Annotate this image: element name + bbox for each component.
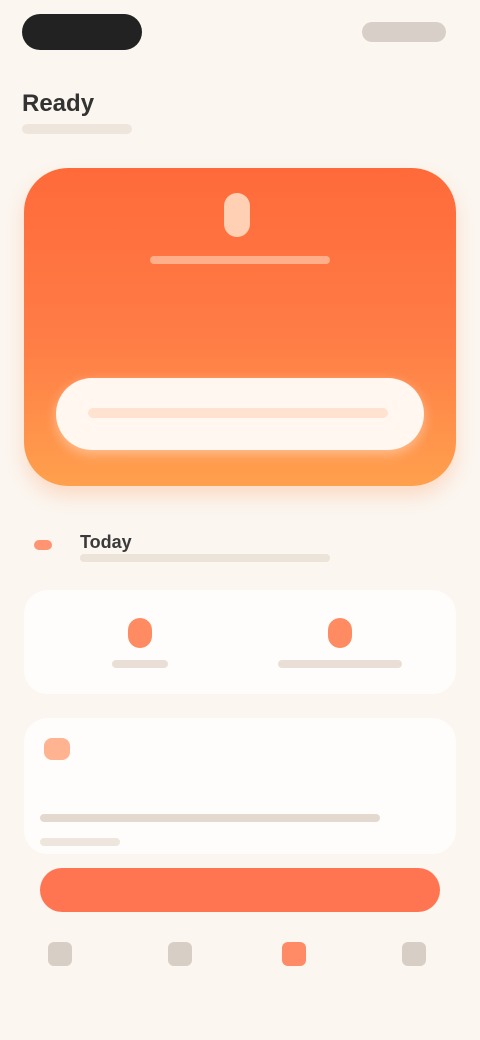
profile-icon [402,942,426,966]
tab-record[interactable] [264,942,324,1002]
mic-icon [282,942,306,966]
pin-icon [328,618,352,648]
section-subtitle [80,554,330,562]
page-title: Ready [22,90,95,117]
section-icon [34,540,52,550]
pin-icon [128,618,152,648]
section-title: Today [80,532,132,552]
spark-icon [44,738,70,760]
tab-profile[interactable] [384,942,444,1002]
hero-caption [150,256,330,264]
mic-icon[interactable] [224,193,250,237]
stats-card[interactable] [24,590,456,694]
tab-home[interactable] [30,942,90,1002]
tab-bar [0,930,480,1040]
calendar-icon [168,942,192,966]
tip-text-secondary [40,838,120,846]
tip-card[interactable] [24,718,456,854]
status-bar [0,0,480,64]
status-icons [362,22,446,42]
tab-calendar[interactable] [150,942,210,1002]
primary-cta-button[interactable] [40,868,440,912]
stat-label [112,660,168,668]
dynamic-island [22,14,142,50]
hero-action-hint [88,408,388,418]
page-subtitle [22,124,132,134]
tip-text [40,814,380,822]
stat-label [278,660,402,668]
home-icon [48,942,72,966]
